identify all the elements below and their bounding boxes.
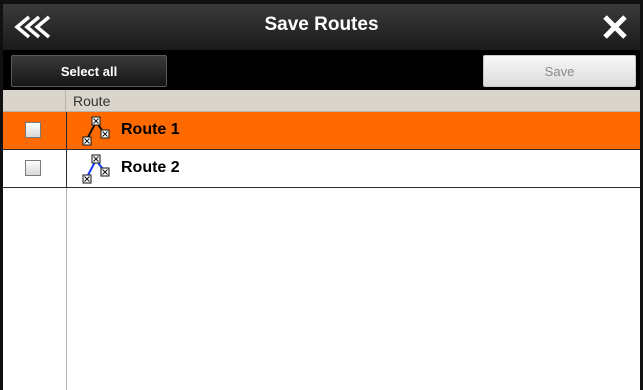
select-all-button[interactable]: Select all — [11, 55, 167, 87]
close-button[interactable] — [600, 12, 630, 42]
table-row[interactable]: Route 2 — [3, 150, 640, 188]
row-checkbox[interactable] — [25, 122, 41, 138]
route-column-header: Route — [73, 93, 111, 109]
row-divider — [66, 150, 67, 188]
route-icon — [82, 116, 110, 146]
route-name: Route 2 — [121, 159, 180, 176]
table-row[interactable]: Route 1 — [3, 112, 640, 150]
triple-chevron-left-icon — [14, 15, 51, 39]
row-checkbox[interactable] — [25, 160, 41, 176]
save-button[interactable]: Save — [483, 55, 636, 87]
route-name: Route 1 — [121, 121, 180, 138]
routes-table: Route Route 1 Route 2 — [3, 90, 640, 390]
page-title: Save Routes — [264, 14, 379, 35]
checkbox-column-header — [3, 90, 66, 112]
toolbar: Select all Save — [3, 50, 640, 90]
back-button[interactable] — [11, 14, 63, 40]
table-header: Route — [3, 90, 640, 112]
row-divider — [66, 112, 67, 150]
app-window: Save Routes Select all Save Route Route … — [0, 0, 643, 390]
route-icon — [82, 154, 110, 184]
close-icon — [603, 15, 627, 39]
title-bar: Save Routes — [3, 4, 640, 50]
